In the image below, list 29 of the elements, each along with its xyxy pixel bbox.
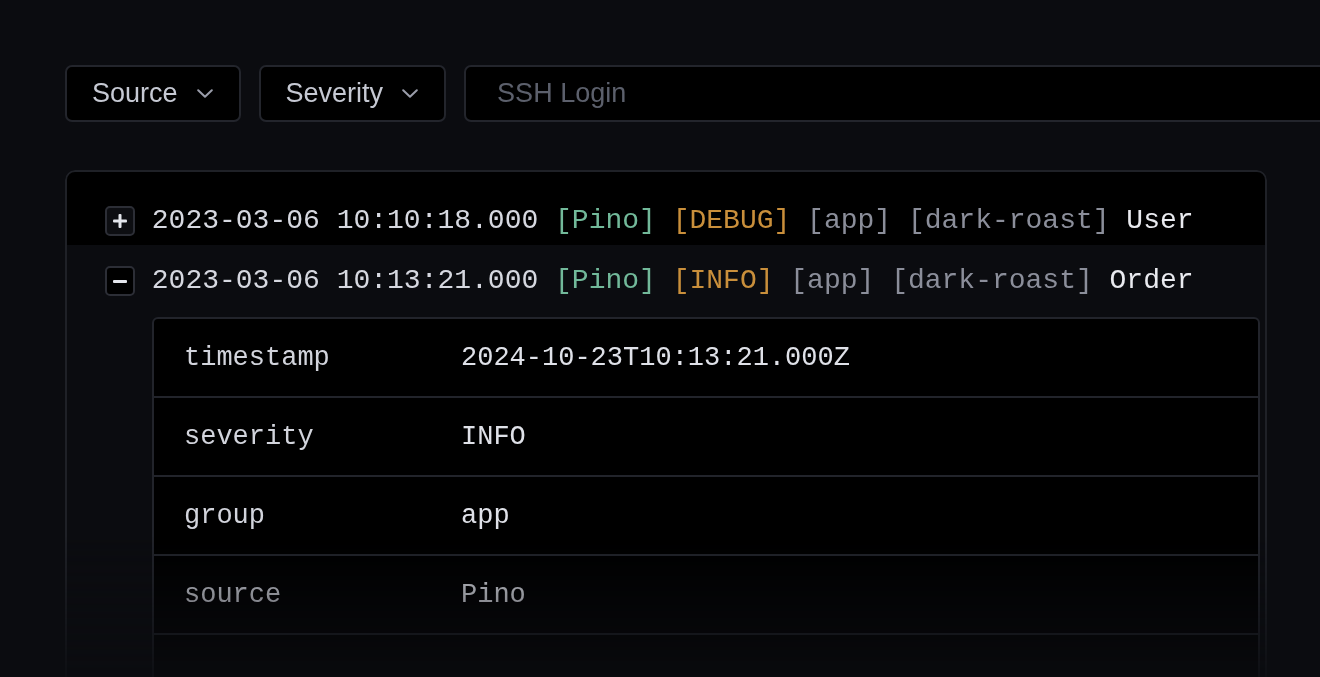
plus-icon [113, 214, 127, 228]
field-name: severity [184, 421, 315, 452]
expand-button[interactable] [105, 206, 135, 236]
source-tag: [Pino] [555, 203, 656, 239]
log-message: User [1126, 204, 1194, 238]
chevron-down-icon [402, 89, 419, 98]
filter-dropdown[interactable]: Source [65, 65, 241, 122]
field-name: timestamp [184, 342, 331, 373]
field-value: Pino [461, 579, 527, 610]
log-timestamp: 2023-03-06 10:10:18.000 [151, 204, 539, 238]
field-value: 2024-10-23T10:13:21.000Z [461, 342, 851, 373]
filter-dropdown[interactable]: Severity [258, 65, 447, 122]
source-tag: [Pino] [555, 263, 656, 299]
field-value: INFO [461, 421, 527, 452]
log-message: Order [1109, 264, 1194, 298]
minus-icon [113, 279, 127, 283]
logger-tag: [dark-roast] [907, 203, 1110, 239]
logger-tag: [dark-roast] [891, 263, 1093, 299]
chevron-down-icon [196, 89, 213, 98]
severity-tag: [DEBUG] [672, 203, 791, 239]
group-tag: [app] [790, 263, 875, 299]
field-name: source [184, 579, 283, 610]
severity-tag: [INFO] [672, 263, 774, 299]
expand-button[interactable] [105, 266, 135, 296]
log-timestamp: 2023-03-06 10:13:21.000 [151, 264, 539, 298]
field-name: group [184, 500, 266, 531]
field-value: app [461, 500, 511, 531]
search-field[interactable]: SSH Login [464, 65, 1320, 122]
group-tag: [app] [807, 203, 892, 239]
